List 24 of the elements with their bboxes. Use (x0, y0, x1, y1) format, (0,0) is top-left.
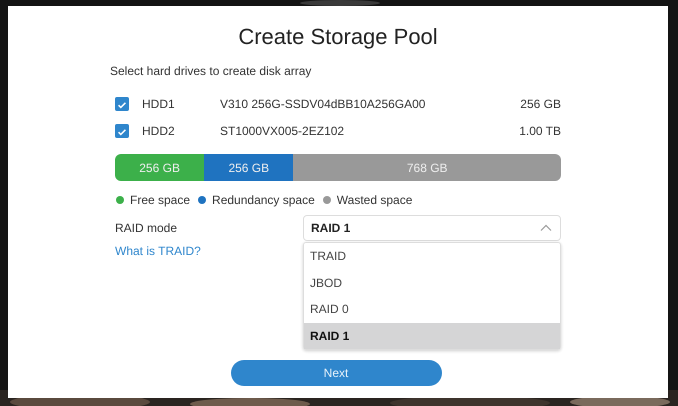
dropdown-option[interactable]: RAID 1 (304, 322, 560, 349)
capacity-segment: 256 GB (204, 154, 294, 181)
capacity-segment: 256 GB (115, 154, 204, 181)
help-link[interactable]: What is TRAID? (115, 244, 303, 258)
checkbox[interactable] (115, 96, 129, 110)
dropdown-option[interactable]: RAID 0 (304, 296, 560, 322)
caret-icon (540, 224, 552, 232)
checkbox[interactable] (115, 124, 129, 138)
drive-name: HDD1 (142, 96, 176, 110)
drive-size: 256 GB (520, 96, 561, 110)
drive-size: 1.00 TB (519, 124, 561, 138)
capacity-segment: 768 GB (293, 154, 561, 181)
dialog-title: Create Storage Pool (238, 24, 438, 50)
drive-name: HDD2 (142, 124, 176, 138)
legend-label: Redundancy space (212, 193, 315, 207)
instruction-text: Select hard drives to create disk array (110, 64, 312, 78)
drive-model: ST1000VX005-2EZ102 (220, 124, 346, 138)
dropdown-option[interactable]: JBOD (304, 270, 560, 296)
dropdown-option[interactable]: TRAID (304, 243, 560, 270)
legend-label: Wasted space (336, 193, 412, 207)
drive-model: V310 256G-SSDV04dBB10A256GA00 (220, 96, 426, 110)
raid-mode-select[interactable]: RAID 1 (303, 215, 561, 241)
field-label: RAID mode (115, 221, 178, 235)
legend-label: Free space (130, 193, 190, 207)
